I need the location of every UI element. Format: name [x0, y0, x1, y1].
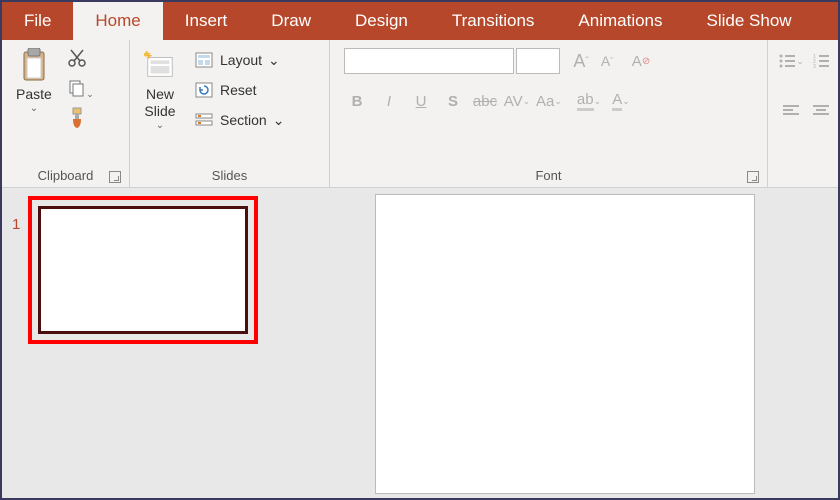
chevron-down-icon: ⌄	[156, 120, 164, 131]
bold-button[interactable]: B	[344, 88, 370, 114]
paste-label: Paste	[16, 86, 52, 103]
tab-insert[interactable]: Insert	[163, 2, 250, 40]
thumbnail-row: 1	[12, 196, 282, 344]
align-left-icon	[783, 104, 799, 118]
shadow-button[interactable]: S	[440, 88, 466, 114]
reset-icon	[194, 81, 214, 99]
slide-canvas-area	[292, 188, 838, 498]
reset-label: Reset	[220, 82, 257, 98]
editor-area: 1	[2, 188, 838, 498]
tab-animations[interactable]: Animations	[556, 2, 684, 40]
align-center-button[interactable]	[808, 98, 834, 124]
format-painter-button[interactable]	[64, 106, 90, 130]
reset-button[interactable]: Reset	[188, 78, 290, 102]
ribbon-tabs: File Home Insert Draw Design Transitions…	[2, 2, 838, 40]
chevron-down-icon: ⌄	[268, 52, 280, 69]
new-slide-icon	[144, 48, 176, 84]
slide-number: 1	[12, 196, 20, 233]
slide-canvas[interactable]	[375, 194, 755, 494]
underline-button[interactable]: U	[408, 88, 434, 114]
font-size-combo[interactable]	[516, 48, 560, 74]
align-left-button[interactable]	[778, 98, 804, 124]
slide-thumbnail-pane[interactable]: 1	[2, 188, 292, 498]
cut-button[interactable]	[64, 46, 90, 70]
tab-transitions[interactable]: Transitions	[430, 2, 557, 40]
ribbon: Paste ⌄ ⌄ Clipboard	[2, 40, 838, 188]
section-label: Section	[220, 112, 267, 128]
decrease-font-button[interactable]: Aˇ	[594, 48, 620, 74]
annotation-highlight	[28, 196, 258, 344]
layout-button[interactable]: Layout ⌄	[188, 48, 290, 72]
slide-thumbnail-1[interactable]	[38, 206, 248, 334]
clipboard-launcher[interactable]	[109, 171, 121, 183]
group-font: Aˆ Aˇ A⊘ B I U S abc AV⌄ Aa⌄ ab⌄ A⌄ Font	[330, 40, 768, 187]
bullets-icon	[778, 53, 796, 69]
numbering-button[interactable]: 123	[808, 48, 834, 74]
font-launcher[interactable]	[747, 171, 759, 183]
numbering-icon: 123	[812, 53, 830, 69]
group-clipboard: Paste ⌄ ⌄ Clipboard	[2, 40, 130, 187]
clear-formatting-button[interactable]: A⊘	[628, 48, 654, 74]
tab-design[interactable]: Design	[333, 2, 430, 40]
clipboard-group-label: Clipboard	[8, 166, 123, 185]
change-case-button[interactable]: Aa⌄	[536, 88, 562, 114]
tab-draw[interactable]: Draw	[249, 2, 333, 40]
paragraph-group-label	[774, 181, 832, 185]
copy-icon	[67, 78, 87, 98]
group-paragraph: ⌄ 123	[768, 40, 838, 187]
font-name-combo[interactable]	[344, 48, 514, 74]
tab-slideshow[interactable]: Slide Show	[685, 2, 814, 40]
increase-font-button[interactable]: Aˆ	[568, 48, 594, 74]
chevron-down-icon: ⌄	[30, 103, 38, 114]
tab-file[interactable]: File	[2, 2, 73, 40]
tab-home[interactable]: Home	[73, 2, 162, 40]
layout-icon	[194, 51, 214, 69]
scissors-icon	[67, 48, 87, 68]
paste-button[interactable]: Paste ⌄	[8, 44, 60, 118]
section-button[interactable]: Section ⌄	[188, 108, 290, 132]
align-center-icon	[813, 104, 829, 118]
new-slide-label: New Slide	[144, 86, 175, 120]
strikethrough-button[interactable]: abc	[472, 88, 498, 114]
font-group-label: Font	[336, 166, 761, 185]
font-color-button[interactable]: A⌄	[608, 88, 634, 114]
group-slides: New Slide ⌄ Layout ⌄ Reset Section ⌄	[130, 40, 330, 187]
section-icon	[194, 111, 214, 129]
layout-label: Layout	[220, 52, 262, 68]
bullets-button[interactable]: ⌄	[778, 48, 804, 74]
chevron-down-icon: ⌄	[273, 112, 285, 129]
highlight-button[interactable]: ab⌄	[576, 88, 602, 114]
new-slide-button[interactable]: New Slide ⌄	[136, 44, 184, 135]
copy-button[interactable]: ⌄	[64, 76, 90, 100]
clipboard-icon	[18, 48, 50, 84]
italic-button[interactable]: I	[376, 88, 402, 114]
char-spacing-button[interactable]: AV⌄	[504, 88, 530, 114]
paintbrush-icon	[67, 107, 87, 129]
svg-text:3: 3	[813, 64, 816, 69]
slides-group-label: Slides	[136, 166, 323, 185]
